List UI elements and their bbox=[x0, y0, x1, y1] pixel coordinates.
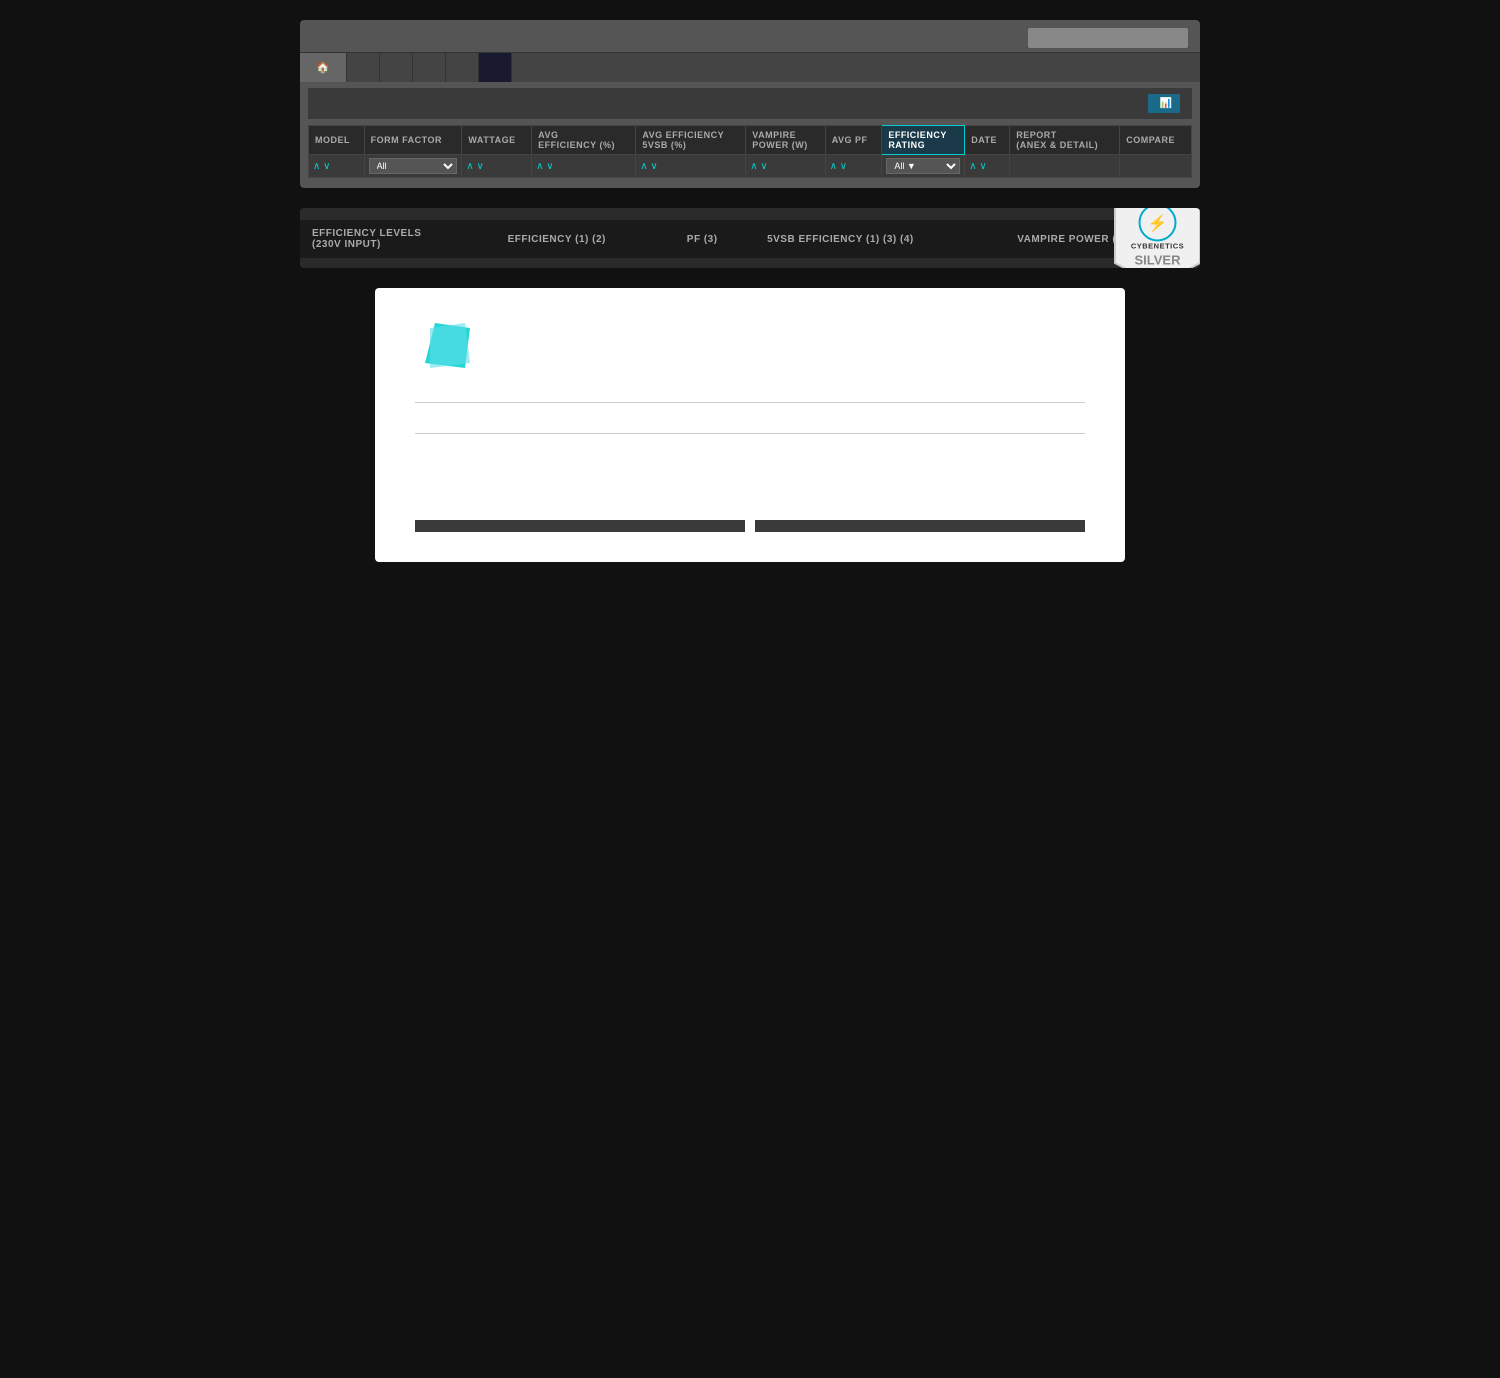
col-wattage: WATTAGE bbox=[462, 126, 532, 155]
nav-tab-eta-red[interactable] bbox=[413, 53, 446, 82]
sort-avg-eff[interactable]: ∧ ∨ bbox=[536, 161, 553, 172]
filter-rating[interactable]: All ▼ bbox=[886, 158, 960, 174]
graphic-chart-button[interactable]: 📊 bbox=[1148, 94, 1180, 113]
col-avg-eff: AVGEFFICIENCY (%) bbox=[532, 126, 636, 155]
dut-specs-table bbox=[755, 520, 1085, 532]
nav-tab-eta115[interactable] bbox=[347, 53, 380, 82]
efficiency-levels-section: EFFICIENCY LEVELS(230V INPUT) EFFICIENCY… bbox=[300, 208, 1200, 268]
report-row bbox=[1081, 449, 1085, 463]
col-date: DATE bbox=[965, 126, 1010, 155]
report-date-row bbox=[1081, 466, 1085, 480]
nav-tabs: 🏠 bbox=[300, 52, 1200, 82]
database-section: 🏠 📊 MODEL FORM FACTOR WATTAGE AVGEFFICIE… bbox=[300, 20, 1200, 188]
chart-icon: 📊 bbox=[1160, 98, 1172, 109]
sort-5vsb[interactable]: ∧ ∨ bbox=[640, 161, 657, 172]
dut-info-table bbox=[415, 520, 745, 532]
receipt-date-row bbox=[415, 466, 419, 480]
svg-text:CYBENETICS: CYBENETICS bbox=[1131, 242, 1184, 251]
cert-divider2 bbox=[415, 433, 1085, 434]
col-avg-5vsb: AVG EFFICIENCY5VSB (%) bbox=[636, 126, 746, 155]
filter-row: ∧ ∨ All ∧ ∨ ∧ ∨ ∧ ∨ ∧ ∨ ∧ ∨ All ▼ ∧ ∨ bbox=[309, 155, 1192, 178]
psu-table: MODEL FORM FACTOR WATTAGE AVGEFFICIENCY … bbox=[308, 125, 1192, 178]
col-eff-rating: EFFICIENCYRATING bbox=[882, 126, 965, 155]
nav-tab-atx230[interactable] bbox=[479, 53, 512, 82]
svg-text:SILVER: SILVER bbox=[1135, 253, 1182, 268]
search-input[interactable] bbox=[1028, 28, 1188, 48]
cert-meta-row bbox=[415, 449, 1085, 500]
col-pf: PF (3) bbox=[675, 220, 755, 258]
col-compare: COMPARE bbox=[1120, 126, 1192, 155]
dut-info-header bbox=[415, 520, 745, 532]
table-header-row: MODEL FORM FACTOR WATTAGE AVGEFFICIENCY … bbox=[309, 126, 1192, 155]
col-form-factor: FORM FACTOR bbox=[364, 126, 462, 155]
cert-meta-left bbox=[415, 449, 419, 500]
sort-wattage[interactable]: ∧ ∨ bbox=[466, 161, 483, 172]
col-avg-pf: AVG PF bbox=[825, 126, 882, 155]
sort-pf[interactable]: ∧ ∨ bbox=[830, 161, 847, 172]
nav-tab-atx115[interactable] bbox=[446, 53, 479, 82]
lab-id-row bbox=[415, 449, 419, 463]
cybenetics-badge: ⚡ CYBENETICS SILVER 230v bbox=[1110, 208, 1200, 268]
certificate-section bbox=[375, 288, 1125, 562]
main-table-container: MODEL FORM FACTOR WATTAGE AVGEFFICIENCY … bbox=[308, 125, 1192, 178]
efficiency-table: EFFICIENCY LEVELS(230V INPUT) EFFICIENCY… bbox=[300, 220, 1200, 258]
sort-model[interactable]: ∧ ∨ bbox=[313, 161, 330, 172]
dut-specs-header bbox=[755, 520, 1085, 532]
col-report: REPORT(ANEX & DETAIL) bbox=[1010, 126, 1120, 155]
cert-meta-right bbox=[1081, 449, 1085, 500]
eff-table-header: EFFICIENCY LEVELS(230V INPUT) EFFICIENCY… bbox=[300, 220, 1200, 258]
cert-logo bbox=[415, 318, 475, 382]
cybenetics-logo-icon bbox=[415, 318, 475, 378]
col-model: MODEL bbox=[309, 126, 365, 155]
nav-tab-eta230[interactable] bbox=[380, 53, 413, 82]
col-efficiency: EFFICIENCY (1) (2) bbox=[496, 220, 675, 258]
sort-date[interactable]: ∧ ∨ bbox=[969, 161, 986, 172]
sort-vampire[interactable]: ∧ ∨ bbox=[750, 161, 767, 172]
col-vampire: VAMPIREPOWER (W) bbox=[746, 126, 825, 155]
cert-divider bbox=[415, 402, 1085, 403]
svg-text:⚡: ⚡ bbox=[1148, 214, 1168, 233]
filter-form-factor[interactable]: All bbox=[369, 158, 458, 174]
col-eff-level: EFFICIENCY LEVELS(230V INPUT) bbox=[300, 220, 496, 258]
brand-header: 📊 bbox=[308, 88, 1192, 119]
col-5vsb: 5VSB EFFICIENCY (1) (3) (4) bbox=[755, 220, 1005, 258]
table2-caption bbox=[300, 208, 1200, 220]
test-date-row bbox=[415, 483, 419, 497]
nav-tab-home[interactable]: 🏠 bbox=[300, 53, 347, 82]
cert-header bbox=[415, 318, 1085, 382]
cert-tables bbox=[415, 520, 1085, 532]
